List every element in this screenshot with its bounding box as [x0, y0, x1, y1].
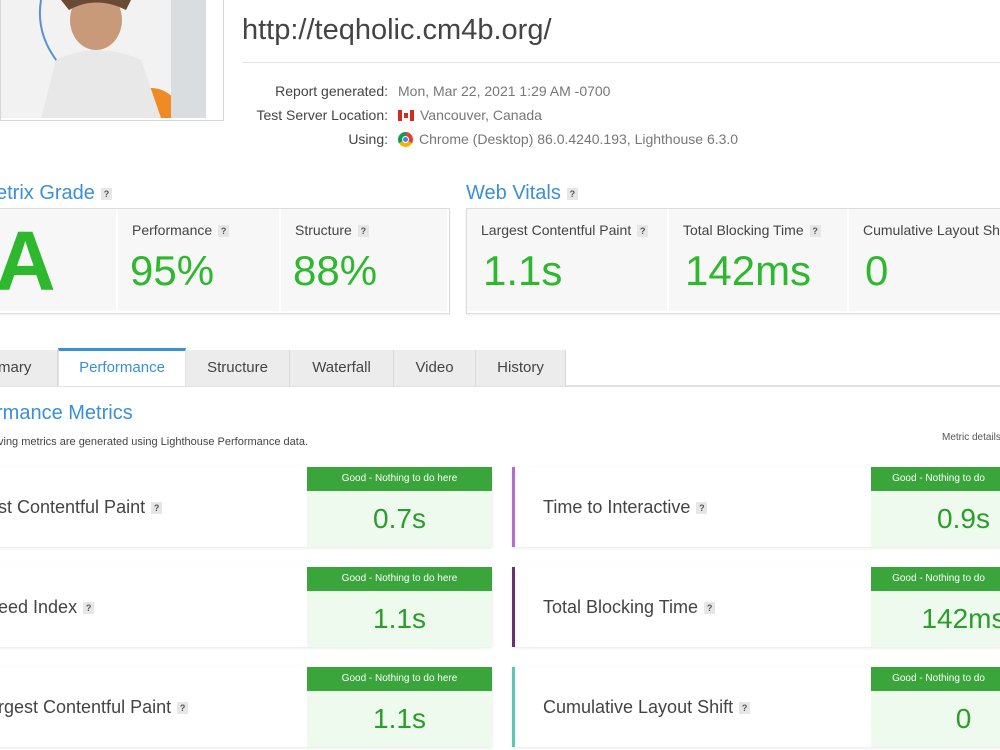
tab-video[interactable]: Video: [394, 350, 476, 386]
tbt-label: Total Blocking Time: [683, 222, 804, 238]
metric-value-box: 142ms: [871, 591, 1000, 647]
metric-row-tbt: Total Blocking Time? Good - Nothing to d…: [512, 567, 1000, 647]
metric-value: 0.9s: [937, 503, 990, 534]
canada-flag-icon: [398, 110, 414, 121]
header-divider: [242, 62, 1000, 63]
report-generated-row: Report generated: Mon, Mar 22, 2021 1:29 …: [230, 83, 610, 99]
status-badge: Good - Nothing to do: [871, 567, 1000, 591]
structure-score-cell: Structure? 88%: [281, 209, 447, 311]
metric-name: rgest Contentful Paint: [0, 697, 172, 717]
help-icon[interactable]: ?: [357, 225, 369, 238]
help-icon[interactable]: ?: [566, 187, 578, 200]
cls-value: 0: [865, 247, 889, 294]
metric-value: 0.7s: [373, 503, 426, 534]
performance-value: 95%: [130, 247, 215, 294]
lcp-value: 1.1s: [483, 247, 563, 294]
metric-accent-bar: [512, 667, 515, 747]
help-icon[interactable]: ?: [809, 225, 821, 238]
meta-value: Chrome (Desktop) 86.0.4240.193, Lighthou…: [419, 131, 739, 147]
status-badge: Good - Nothing to do here: [307, 567, 492, 591]
grade-letter: A: [0, 214, 56, 308]
tab-structure[interactable]: Structure: [186, 350, 290, 386]
status-badge: Good - Nothing to do here: [307, 667, 492, 691]
tab-waterfall[interactable]: Waterfall: [290, 350, 394, 386]
metric-value: 1.1s: [373, 703, 426, 734]
metric-value-box: 0.7s: [307, 491, 492, 547]
help-icon[interactable]: ?: [151, 502, 163, 515]
help-icon[interactable]: ?: [696, 502, 708, 515]
metric-value: 0: [955, 703, 972, 734]
grade-card: A Performance? 95% Structure? 88%: [0, 208, 450, 314]
web-vitals-title: Web Vitals?: [466, 182, 578, 205]
status-badge: Good - Nothing to do: [871, 467, 1000, 491]
help-icon[interactable]: ?: [83, 602, 95, 615]
grade-cell: A: [0, 209, 116, 311]
metric-row-tti: Time to Interactive? Good - Nothing to d…: [512, 467, 1000, 547]
metric-value-box: 0: [871, 691, 1000, 747]
tbt-cell: Total Blocking Time? 142ms: [669, 209, 847, 311]
metric-name: Time to Interactive: [543, 497, 691, 517]
help-icon[interactable]: ?: [218, 225, 230, 238]
metric-name: eed Index: [0, 597, 78, 617]
metric-accent-bar: [512, 467, 515, 547]
metric-value: 1.1s: [373, 603, 426, 634]
meta-value: Vancouver, Canada: [420, 107, 542, 123]
structure-label: Structure: [295, 222, 352, 238]
metric-details-link[interactable]: Metric details: [942, 432, 1000, 443]
person-photo: [1, 0, 206, 118]
metric-row-cls: Cumulative Layout Shift? Good - Nothing …: [512, 667, 1000, 747]
meta-label: Report generated:: [275, 83, 388, 99]
performance-metrics-subtitle: ving metrics are generated using Lightho…: [0, 436, 309, 448]
meta-label: Using:: [348, 131, 388, 147]
cls-cell: Cumulative Layout Sh 0: [849, 209, 1000, 311]
web-vitals-card: Largest Contentful Paint? 1.1s Total Blo…: [466, 208, 1000, 314]
tab-performance[interactable]: Performance: [58, 348, 186, 386]
meta-label: Test Server Location:: [256, 107, 388, 123]
help-icon[interactable]: ?: [739, 702, 751, 715]
metric-row-fcp: st Contentful Paint? Good - Nothing to d…: [0, 467, 492, 547]
tbt-value: 142ms: [685, 247, 812, 294]
grade-section-title: etrix Grade?: [0, 182, 112, 205]
tab-history[interactable]: History: [476, 350, 566, 386]
metric-value-box: 0.9s: [871, 491, 1000, 547]
help-icon[interactable]: ?: [177, 702, 189, 715]
metric-row-lcp: rgest Contentful Paint? Good - Nothing t…: [0, 667, 492, 747]
status-badge: Good - Nothing to do here: [307, 467, 492, 491]
metric-value-box: 1.1s: [307, 691, 492, 747]
cls-label: Cumulative Layout Sh: [863, 222, 1000, 238]
metric-name: Cumulative Layout Shift: [543, 697, 734, 717]
site-screenshot-thumbnail: [0, 0, 224, 121]
lcp-label: Largest Contentful Paint: [481, 222, 632, 238]
metric-name: st Contentful Paint: [0, 497, 146, 517]
metric-value-box: 1.1s: [307, 591, 492, 647]
structure-value: 88%: [293, 247, 378, 294]
chrome-icon: [398, 132, 413, 147]
metric-value: 142ms: [921, 603, 1000, 634]
metric-row-speed-index: eed Index? Good - Nothing to do here 1.1…: [0, 567, 492, 647]
server-location-row: Test Server Location: Vancouver, Canada: [230, 107, 542, 123]
lcp-cell: Largest Contentful Paint? 1.1s: [467, 209, 667, 311]
help-icon[interactable]: ?: [637, 225, 649, 238]
performance-label: Performance: [132, 222, 213, 238]
performance-score-cell: Performance? 95%: [118, 209, 279, 311]
help-icon[interactable]: ?: [704, 602, 716, 615]
tab-summary[interactable]: mary: [0, 350, 58, 386]
meta-value: Mon, Mar 22, 2021 1:29 AM -0700: [398, 83, 611, 99]
metric-accent-bar: [512, 567, 515, 647]
using-row: Using: Chrome (Desktop) 86.0.4240.193, Li…: [230, 131, 738, 147]
page-url[interactable]: http://teqholic.cm4b.org/: [242, 14, 552, 47]
help-icon[interactable]: ?: [100, 187, 112, 200]
performance-metrics-title: rmance Metrics: [0, 402, 133, 424]
status-badge: Good - Nothing to do: [871, 667, 1000, 691]
metric-name: Total Blocking Time: [543, 597, 699, 617]
